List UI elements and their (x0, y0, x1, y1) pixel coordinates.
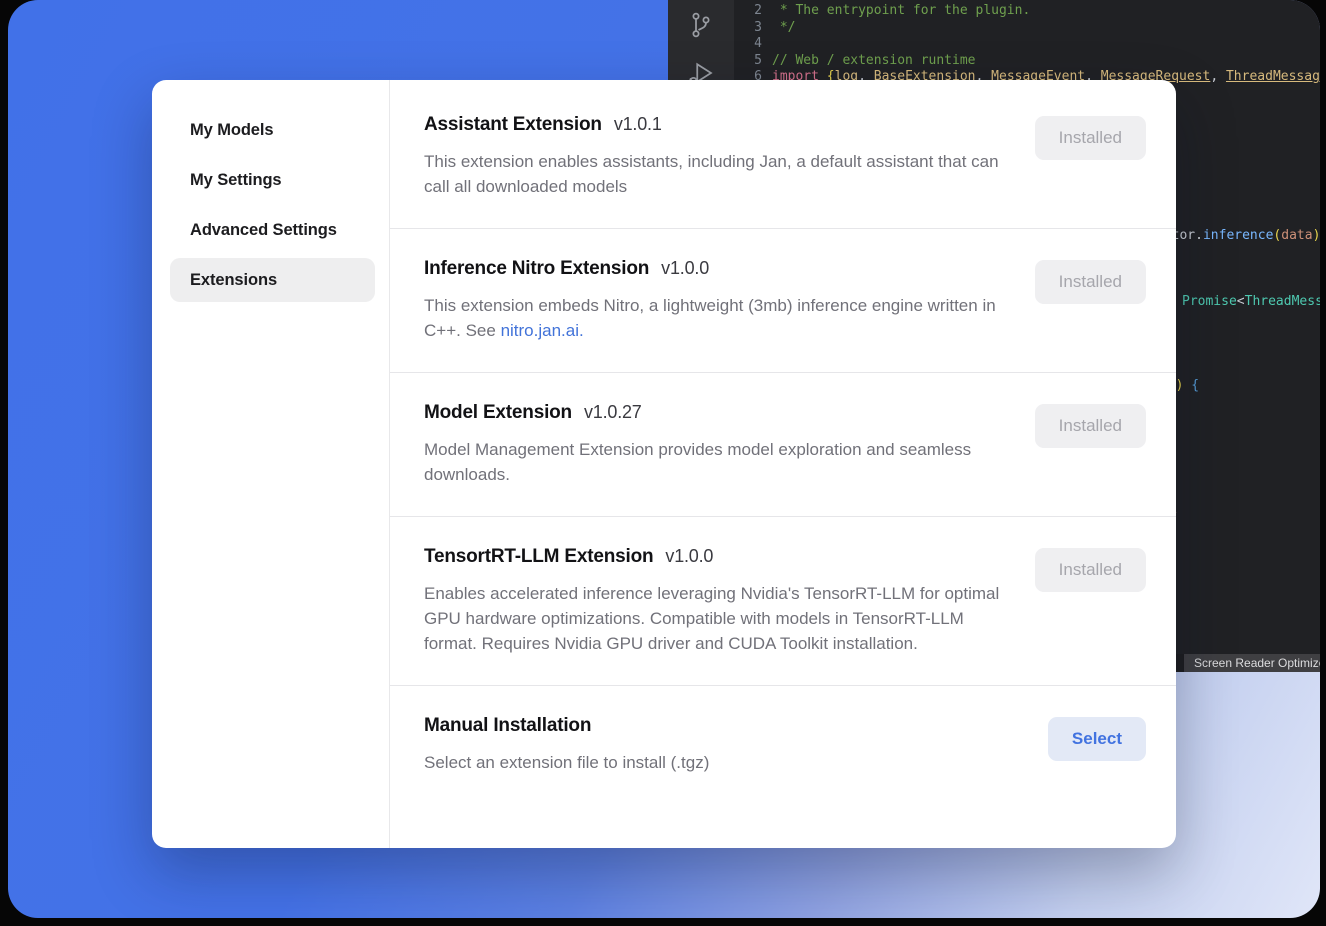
extension-title-line: Inference Nitro Extension v1.0.0 (424, 255, 1006, 282)
extension-version: v1.0.0 (665, 546, 713, 566)
code-line: * The entrypoint for the plugin. (772, 3, 1320, 20)
extension-version: v1.0.27 (584, 402, 642, 422)
code-line (772, 36, 1320, 53)
extension-name: TensortRT-LLM Extension (424, 546, 653, 567)
extension-version: v1.0.1 (614, 114, 662, 134)
installed-button[interactable]: Installed (1035, 260, 1146, 304)
sidebar-item-extensions[interactable]: Extensions (170, 258, 375, 302)
code-fragment: rator.inference(data)); (1156, 228, 1320, 244)
sidebar-item-advanced-settings[interactable]: Advanced Settings (170, 208, 375, 252)
code-line: // Web / extension runtime (772, 53, 1320, 70)
extension-info: TensortRT-LLM Extension v1.0.0 Enables acc… (424, 543, 1006, 656)
extension-name: Assistant Extension (424, 114, 602, 135)
settings-modal: My Models My Settings Advanced Settings Ext… (152, 80, 1176, 848)
source-control-icon[interactable] (686, 10, 716, 40)
extension-description: This extension enables assistants, inclu… (424, 149, 1006, 199)
line-number: 2 (734, 3, 762, 20)
extension-title-line: Manual Installation (424, 712, 709, 739)
line-number: 3 (734, 20, 762, 37)
extension-description: Enables accelerated inference leveraging… (424, 581, 1006, 656)
extension-info: Manual Installation Select an extension f… (424, 712, 709, 775)
sidebar-item-my-models[interactable]: My Models (170, 108, 375, 152)
extension-name: Model Extension (424, 402, 572, 423)
extension-version: v1.0.0 (661, 258, 709, 278)
line-number: 4 (734, 36, 762, 53)
extension-name: Inference Nitro Extension (424, 258, 649, 279)
extension-info: Assistant Extension v1.0.1 This extension … (424, 111, 1006, 199)
installed-button[interactable]: Installed (1035, 404, 1146, 448)
extensions-list: Assistant Extension v1.0.1 This extension … (390, 80, 1176, 848)
line-number: 5 (734, 53, 762, 70)
extension-row: Assistant Extension v1.0.1 This extension … (390, 80, 1176, 228)
extension-name: Manual Installation (424, 715, 591, 736)
settings-sidebar: My Models My Settings Advanced Settings Ext… (152, 80, 390, 848)
screen-reader-status[interactable]: Screen Reader Optimized (1184, 654, 1320, 672)
desktop-background: 23456 * The entrypoint for the plugin. *… (0, 0, 1326, 926)
description-text: Model Management Extension provides mode… (424, 440, 971, 484)
extension-description: Select an extension file to install (.tg… (424, 750, 709, 775)
description-text: Enables accelerated inference leveraging… (424, 584, 999, 653)
extension-info: Inference Nitro Extension v1.0.0 This exte… (424, 255, 1006, 343)
extension-row: Manual Installation Select an extension f… (390, 685, 1176, 804)
extension-row: TensortRT-LLM Extension v1.0.0 Enables acc… (390, 516, 1176, 685)
code-fragment: Promise<ThreadMessage> (1182, 294, 1320, 310)
sidebar-item-my-settings[interactable]: My Settings (170, 158, 375, 202)
extension-title-line: Model Extension v1.0.27 (424, 399, 1006, 426)
select-button[interactable]: Select (1048, 717, 1146, 761)
extension-info: Model Extension v1.0.27 Model Management E… (424, 399, 1006, 487)
nitro-jan-ai-link[interactable]: nitro.jan.ai. (501, 321, 584, 340)
description-text: This extension enables assistants, inclu… (424, 152, 999, 196)
extension-row: Model Extension v1.0.27 Model Management E… (390, 372, 1176, 516)
extension-row: Inference Nitro Extension v1.0.0 This exte… (390, 228, 1176, 372)
extension-description: Model Management Extension provides mode… (424, 437, 1006, 487)
app-window: 23456 * The entrypoint for the plugin. *… (8, 0, 1320, 918)
extension-title-line: Assistant Extension v1.0.1 (424, 111, 1006, 138)
code-line: */ (772, 20, 1320, 37)
line-numbers: 23456 (734, 3, 762, 86)
code-lines: * The entrypoint for the plugin. */ // We… (772, 3, 1320, 86)
installed-button[interactable]: Installed (1035, 548, 1146, 592)
description-text: Select an extension file to install (.tg… (424, 753, 709, 772)
extension-title-line: TensortRT-LLM Extension v1.0.0 (424, 543, 1006, 570)
installed-button[interactable]: Installed (1035, 116, 1146, 160)
extension-description: This extension embeds Nitro, a lightweig… (424, 293, 1006, 343)
